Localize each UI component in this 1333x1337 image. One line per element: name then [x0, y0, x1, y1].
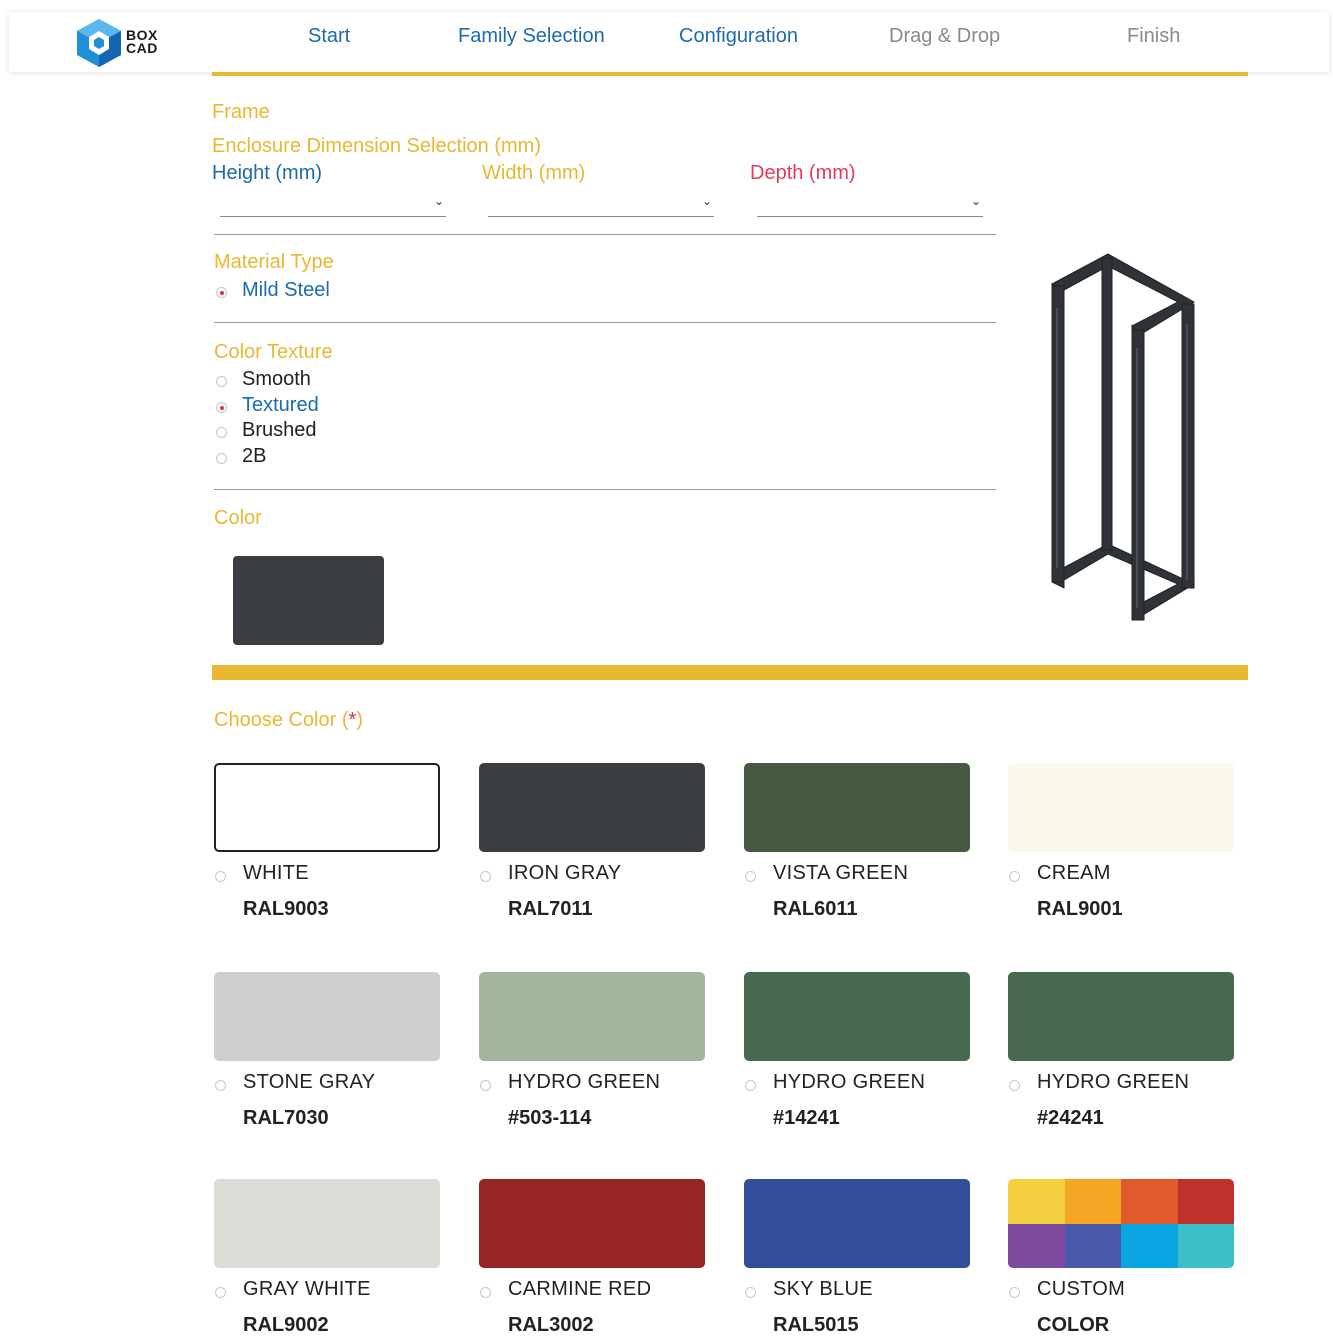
- color-swatch-white-ral9003[interactable]: [214, 763, 440, 852]
- color-swatch-hydro-green-14241[interactable]: [744, 972, 970, 1061]
- chevron-down-icon: ⌄: [701, 194, 712, 208]
- height-label: Height (mm): [212, 162, 323, 184]
- color-swatch-vista-green-ral6011[interactable]: [744, 763, 970, 852]
- choose-color-title: Choose Color (*): [214, 709, 363, 731]
- boxcad-logo[interactable]: BOX CAD: [75, 17, 175, 69]
- depth-select[interactable]: ⌄: [757, 194, 983, 217]
- custom-palette-cell: [1177, 1223, 1234, 1268]
- color-swatch-cream-ral9001[interactable]: [1008, 763, 1234, 852]
- color-radio-cream-ral9001[interactable]: [1009, 871, 1020, 882]
- custom-palette-cell: [1121, 1223, 1178, 1268]
- color-swatch-sky-blue-ral5015[interactable]: [744, 1179, 970, 1268]
- color-radio-sky-blue-ral5015[interactable]: [745, 1287, 756, 1298]
- custom-palette-cell: [1008, 1179, 1065, 1224]
- textured-radio[interactable]: [216, 402, 227, 413]
- nav-configuration[interactable]: Configuration: [679, 25, 798, 48]
- 2b-label[interactable]: 2B: [242, 445, 266, 468]
- color-code-label: RAL5015: [773, 1314, 859, 1336]
- divider: [214, 322, 996, 323]
- color-texture-title: Color Texture: [214, 341, 333, 363]
- width-label: Width (mm): [482, 162, 586, 184]
- logo-wordmark: BOX CAD: [126, 27, 158, 56]
- color-radio-custom-color[interactable]: [1009, 1287, 1020, 1298]
- mild-steel-label[interactable]: Mild Steel: [242, 279, 330, 302]
- height-select[interactable]: ⌄: [220, 194, 446, 217]
- color-code-label: #503-114: [508, 1107, 592, 1129]
- mild-steel-radio[interactable]: [216, 287, 227, 298]
- color-swatch-iron-gray-ral7011[interactable]: [479, 763, 705, 852]
- color-code-label: RAL6011: [773, 898, 858, 920]
- color-swatch-carmine-red-ral3002[interactable]: [479, 1179, 705, 1268]
- color-name-label[interactable]: WHITE: [243, 862, 309, 885]
- 2b-radio[interactable]: [216, 453, 227, 464]
- color-name-label[interactable]: CREAM: [1037, 862, 1111, 885]
- color-name-label[interactable]: CARMINE RED: [508, 1278, 651, 1301]
- color-code-label: RAL9002: [243, 1314, 329, 1336]
- color-radio-white-ral9003[interactable]: [215, 871, 226, 882]
- color-radio-gray-white-ral9002[interactable]: [215, 1287, 226, 1298]
- current-color-preview: [233, 556, 384, 645]
- color-name-label[interactable]: CUSTOM: [1037, 1278, 1125, 1301]
- color-code-label: RAL3002: [508, 1314, 594, 1336]
- chevron-down-icon: ⌄: [970, 194, 981, 208]
- color-name-label[interactable]: VISTA GREEN: [773, 862, 908, 885]
- nav-family-selection[interactable]: Family Selection: [458, 25, 605, 48]
- nav-start[interactable]: Start: [308, 25, 350, 48]
- color-radio-hydro-green-14241[interactable]: [745, 1080, 756, 1091]
- dimension-title: Enclosure Dimension Selection (mm): [212, 135, 542, 157]
- chevron-down-icon: ⌄: [433, 194, 444, 208]
- textured-label[interactable]: Textured: [242, 394, 319, 417]
- custom-palette-cell: [1177, 1179, 1234, 1224]
- smooth-label[interactable]: Smooth: [242, 368, 311, 391]
- brushed-label[interactable]: Brushed: [242, 419, 317, 442]
- color-name-label[interactable]: HYDRO GREEN: [773, 1071, 925, 1094]
- header-progress-bar: [212, 72, 1248, 76]
- color-code-label: RAL7011: [508, 898, 593, 920]
- frame-section-title: Frame: [212, 101, 270, 123]
- width-select[interactable]: ⌄: [488, 194, 714, 217]
- color-radio-hydro-green-24241[interactable]: [1009, 1080, 1020, 1091]
- color-code-label: #14241: [773, 1107, 840, 1129]
- color-name-label[interactable]: IRON GRAY: [508, 862, 621, 885]
- color-name-label[interactable]: STONE GRAY: [243, 1071, 375, 1094]
- section-separator-bar: [212, 665, 1248, 680]
- color-radio-stone-gray-ral7030[interactable]: [215, 1080, 226, 1091]
- custom-palette-cell: [1121, 1179, 1178, 1224]
- color-name-label[interactable]: GRAY WHITE: [243, 1278, 371, 1301]
- divider: [214, 489, 996, 490]
- depth-label: Depth (mm): [750, 162, 856, 184]
- color-code-label: RAL9003: [243, 898, 329, 920]
- color-radio-carmine-red-ral3002[interactable]: [480, 1287, 491, 1298]
- custom-palette-cell: [1064, 1179, 1121, 1224]
- color-swatch-custom-color[interactable]: [1008, 1179, 1234, 1268]
- nav-drag-drop[interactable]: Drag & Drop: [889, 25, 1000, 48]
- color-code-label: RAL9001: [1037, 898, 1123, 920]
- color-radio-vista-green-ral6011[interactable]: [745, 871, 756, 882]
- material-type-title: Material Type: [214, 251, 334, 273]
- color-code-label: RAL7030: [243, 1107, 329, 1129]
- color-radio-iron-gray-ral7011[interactable]: [480, 871, 491, 882]
- color-swatch-stone-gray-ral7030[interactable]: [214, 972, 440, 1061]
- color-name-label[interactable]: SKY BLUE: [773, 1278, 873, 1301]
- custom-palette-cell: [1064, 1223, 1121, 1268]
- color-swatch-hydro-green-24241[interactable]: [1008, 972, 1234, 1061]
- color-name-label[interactable]: HYDRO GREEN: [1037, 1071, 1189, 1094]
- color-swatch-hydro-green-503114[interactable]: [479, 972, 705, 1061]
- color-title: Color: [214, 507, 262, 529]
- color-code-label: #24241: [1037, 1107, 1104, 1129]
- brushed-radio[interactable]: [216, 427, 227, 438]
- color-code-label: COLOR: [1037, 1314, 1110, 1336]
- color-name-label[interactable]: HYDRO GREEN: [508, 1071, 660, 1094]
- nav-finish[interactable]: Finish: [1127, 25, 1180, 48]
- color-radio-hydro-green-503114[interactable]: [480, 1080, 491, 1091]
- custom-palette-cell: [1008, 1223, 1065, 1268]
- smooth-radio[interactable]: [216, 376, 227, 387]
- top-navigation-bar: BOX CAD Start Family Selection Configura…: [9, 12, 1329, 72]
- divider: [214, 234, 996, 235]
- color-swatch-gray-white-ral9002[interactable]: [214, 1179, 440, 1268]
- cube-logo-icon: [77, 19, 121, 67]
- rack-frame-preview-image: [1050, 253, 1196, 621]
